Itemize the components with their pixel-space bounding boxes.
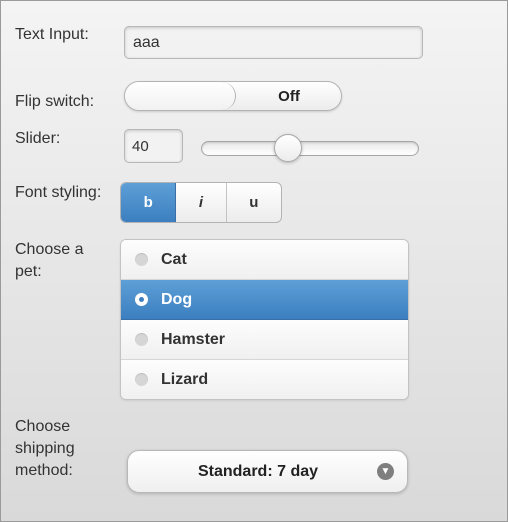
- font-styling-group: b i u: [120, 182, 282, 223]
- slider-value-input[interactable]: [124, 129, 183, 163]
- text-input-label: Text Input:: [15, 26, 89, 43]
- pet-label-line2: pet:: [15, 263, 42, 280]
- radio-icon: [135, 253, 148, 266]
- pet-option-label: Cat: [161, 251, 187, 268]
- shipping-label-line1: Choose: [15, 418, 71, 435]
- pet-option-dog[interactable]: Dog: [121, 280, 408, 320]
- text-input-field[interactable]: [124, 26, 423, 59]
- radio-icon: [135, 293, 148, 306]
- flip-switch[interactable]: Off: [124, 81, 342, 111]
- slider-label: Slider:: [15, 130, 61, 147]
- shipping-label-line2: shipping: [15, 440, 75, 457]
- pet-option-lizard[interactable]: Lizard: [121, 360, 408, 399]
- flip-switch-label: Flip switch:: [15, 93, 95, 110]
- form-page: Text Input: Flip switch: Off Slider: Fon…: [0, 0, 508, 522]
- pet-radio-group: Cat Dog Hamster Lizard: [120, 239, 409, 400]
- pet-option-hamster[interactable]: Hamster: [121, 320, 408, 360]
- pet-option-cat[interactable]: Cat: [121, 240, 408, 280]
- pet-option-label: Dog: [161, 291, 193, 308]
- pet-option-label: Hamster: [161, 331, 226, 348]
- underline-button[interactable]: u: [227, 183, 281, 222]
- shipping-label-line3: method:: [15, 462, 73, 479]
- shipping-selected-value: Standard: 7 day: [197, 463, 319, 480]
- pet-label-line1: Choose a: [15, 241, 84, 258]
- slider-track[interactable]: [201, 141, 419, 156]
- pet-option-label: Lizard: [161, 371, 209, 388]
- bold-button[interactable]: b: [121, 183, 177, 222]
- radio-icon: [135, 373, 148, 386]
- flip-switch-state: Off: [278, 88, 300, 105]
- italic-button[interactable]: i: [176, 183, 227, 222]
- flip-switch-handle[interactable]: [125, 82, 236, 110]
- slider-handle[interactable]: [274, 134, 302, 162]
- radio-icon: [135, 333, 148, 346]
- shipping-select[interactable]: Standard: 7 day ▼: [127, 450, 408, 493]
- font-styling-label: Font styling:: [15, 184, 102, 201]
- chevron-down-icon: ▼: [377, 463, 394, 480]
